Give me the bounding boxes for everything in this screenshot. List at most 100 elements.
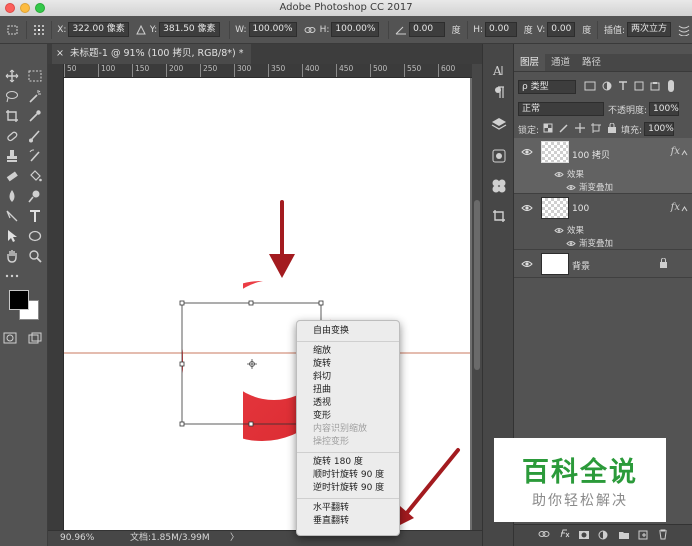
collapse-effects-icon[interactable] (681, 148, 688, 159)
eraser-tool-icon[interactable] (3, 168, 21, 184)
hskew-field[interactable]: 0.00 (485, 22, 517, 37)
opacity-field[interactable]: 100% (649, 102, 680, 116)
lock-pixels-icon[interactable] (559, 123, 569, 136)
zoom-level[interactable]: 90.96% (60, 531, 94, 546)
ellipse-tool-icon[interactable] (26, 228, 44, 244)
interpolation-select[interactable]: 两次立方 (626, 22, 671, 37)
delete-layer-icon[interactable] (658, 529, 668, 543)
zoom-window-button[interactable] (35, 3, 45, 13)
foreground-color-swatch[interactable] (9, 290, 29, 310)
crop-tool-icon[interactable] (3, 108, 21, 124)
new-layer-icon[interactable] (638, 530, 648, 543)
new-adjustment-layer-icon[interactable] (598, 530, 608, 543)
tab-paths[interactable]: 路径 (576, 54, 607, 71)
layer-name[interactable]: 100 (572, 204, 589, 214)
marquee-tool-icon[interactable] (26, 68, 44, 84)
close-tab-icon[interactable]: × (56, 44, 64, 64)
close-window-button[interactable] (5, 3, 15, 13)
zoom-tool-icon[interactable] (26, 248, 44, 264)
quick-mask-icon[interactable] (1, 330, 19, 346)
layer-row[interactable]: 100 fx 效果 渐变叠加 (514, 194, 692, 250)
menu-item-rotate-180[interactable]: 旋转 180 度 (297, 456, 399, 469)
filter-image-icon[interactable] (584, 81, 596, 94)
pen-tool-icon[interactable] (3, 208, 21, 224)
scrollbar-thumb[interactable] (474, 200, 480, 370)
lasso-tool-icon[interactable] (3, 88, 21, 104)
lock-artboard-icon[interactable] (591, 122, 602, 136)
blur-tool-icon[interactable] (3, 188, 21, 204)
layers-panel-icon[interactable] (491, 116, 507, 132)
vertical-scrollbar[interactable] (472, 64, 482, 530)
fill-field[interactable]: 100% (644, 122, 675, 136)
menu-item-free-transform[interactable]: 自由变换 (297, 325, 399, 338)
clone-stamp-tool-icon[interactable] (3, 148, 21, 164)
lock-position-icon[interactable] (575, 122, 586, 136)
healing-brush-tool-icon[interactable] (3, 128, 21, 144)
status-menu-arrow[interactable]: 〉 (230, 531, 239, 546)
document-tab[interactable]: × 未标题-1 @ 91% (100 拷贝, RGB/8*) * (52, 44, 252, 64)
visibility-eye-icon[interactable] (521, 260, 533, 271)
effects-row[interactable]: 效果 (554, 168, 584, 180)
filter-shape-icon[interactable] (634, 81, 644, 94)
paint-bucket-tool-icon[interactable] (26, 168, 44, 184)
crop-panel-icon[interactable] (491, 208, 507, 224)
add-layer-style-icon[interactable] (558, 528, 570, 541)
brush-tool-icon[interactable] (26, 128, 44, 144)
transform-tool-icon[interactable] (6, 23, 20, 37)
minimize-window-button[interactable] (20, 3, 30, 13)
layer-row[interactable]: 背景 (514, 250, 692, 278)
layer-kind-filter[interactable]: ρ 类型 (518, 80, 576, 94)
menu-item-skew[interactable]: 斜切 (297, 371, 399, 384)
tab-channels[interactable]: 通道 (545, 54, 576, 71)
add-mask-icon[interactable] (578, 530, 590, 543)
path-selection-tool-icon[interactable] (3, 228, 21, 244)
x-field[interactable]: 322.00 像素 (68, 22, 129, 37)
height-field[interactable]: 100.00% (331, 22, 380, 37)
lock-transparent-icon[interactable] (543, 123, 553, 136)
filter-type-icon[interactable] (618, 80, 628, 94)
warp-mode-icon[interactable] (678, 23, 690, 37)
link-layers-icon[interactable] (538, 530, 550, 541)
lock-all-icon[interactable] (607, 122, 617, 136)
move-tool-icon[interactable] (3, 68, 21, 84)
y-field[interactable]: 381.50 像素 (159, 22, 220, 37)
layer-name[interactable]: 100 拷贝 (572, 148, 610, 161)
layer-fx-icon[interactable]: fx (671, 146, 680, 157)
filter-toggle-icon[interactable] (668, 79, 674, 95)
hand-tool-icon[interactable] (3, 248, 21, 264)
effect-row[interactable]: 渐变叠加 (566, 237, 613, 249)
menu-item-perspective[interactable]: 透视 (297, 397, 399, 410)
menu-item-rotate[interactable]: 旋转 (297, 358, 399, 371)
blend-mode-select[interactable]: 正常 (518, 102, 604, 116)
eyedropper-tool-icon[interactable] (26, 108, 44, 124)
vskew-field[interactable]: 0.00 (547, 22, 576, 37)
delta-icon[interactable] (136, 23, 146, 37)
vertical-ruler[interactable] (48, 64, 64, 530)
character-panel-icon[interactable]: A (491, 62, 507, 78)
channels-panel-icon[interactable] (491, 148, 507, 164)
layer-row[interactable]: 100 拷贝 fx 效果 渐变叠加 (514, 138, 692, 194)
filter-smart-object-icon[interactable] (650, 81, 660, 94)
collapse-effects-icon[interactable] (681, 204, 688, 215)
layer-thumbnail[interactable] (541, 253, 569, 275)
history-brush-tool-icon[interactable] (26, 148, 44, 164)
layer-thumbnail[interactable] (541, 197, 569, 219)
screen-mode-icon[interactable] (26, 330, 44, 346)
horizontal-ruler[interactable]: 50 100 150 200 250 300 350 400 450 500 5… (64, 64, 472, 78)
new-group-icon[interactable] (618, 530, 630, 543)
filter-adjustment-icon[interactable] (602, 81, 612, 94)
menu-item-scale[interactable]: 缩放 (297, 345, 399, 358)
paragraph-panel-icon[interactable] (491, 84, 507, 100)
tab-layers[interactable]: 图层 (514, 54, 546, 71)
magic-wand-tool-icon[interactable] (26, 88, 44, 104)
layer-thumbnail[interactable] (541, 141, 569, 163)
visibility-eye-icon[interactable] (521, 148, 533, 159)
dodge-tool-icon[interactable] (26, 188, 44, 204)
shapes-panel-icon[interactable] (491, 178, 507, 194)
canvas-area[interactable] (64, 78, 472, 530)
type-tool-icon[interactable] (26, 208, 44, 224)
layer-fx-icon[interactable]: fx (671, 202, 680, 213)
effects-row[interactable]: 效果 (554, 224, 584, 236)
layer-name[interactable]: 背景 (572, 259, 590, 272)
effect-row[interactable]: 渐变叠加 (566, 181, 613, 193)
